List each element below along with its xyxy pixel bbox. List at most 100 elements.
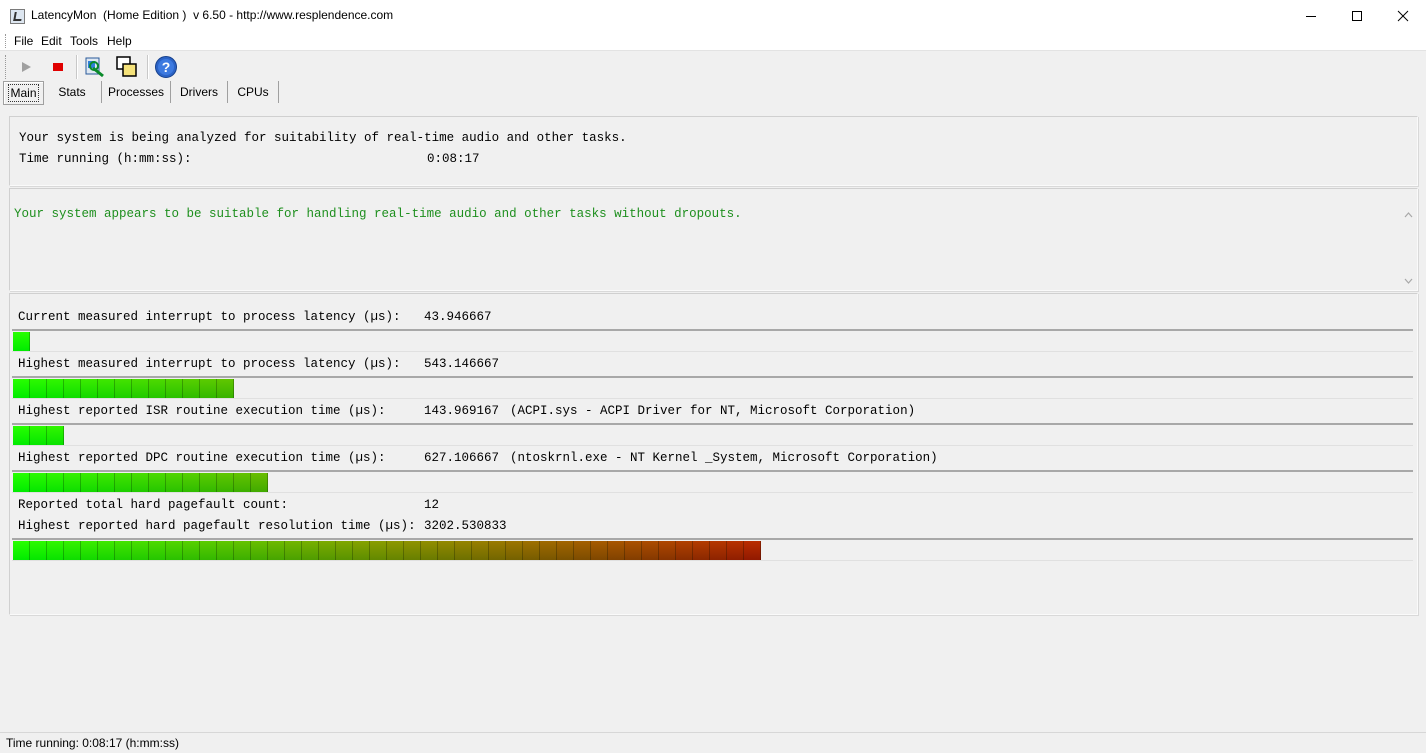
latency-bar bbox=[12, 538, 1413, 561]
analysis-message: Your system is being analyzed for suitab… bbox=[19, 131, 627, 145]
latency-bar-segment bbox=[149, 379, 166, 398]
toolbar-separator bbox=[147, 55, 149, 79]
latency-bar-segment bbox=[540, 541, 557, 560]
status-bar-text: Time running: 0:08:17 (h:mm:ss) bbox=[6, 736, 179, 750]
maximize-icon bbox=[1352, 10, 1362, 21]
menu-tools[interactable]: Tools bbox=[70, 34, 98, 48]
latency-bar-segment bbox=[183, 541, 200, 560]
latency-bar-segment bbox=[676, 541, 693, 560]
menu-help[interactable]: Help bbox=[107, 34, 132, 48]
time-running-value: 0:08:17 bbox=[427, 152, 480, 166]
stop-button[interactable] bbox=[45, 54, 71, 80]
tab-strip: Main Stats Processes Drivers CPUs bbox=[0, 81, 1426, 105]
latency-bar-segment bbox=[200, 541, 217, 560]
metric-label: Reported total hard pagefault count: bbox=[18, 498, 289, 512]
latency-bar bbox=[12, 376, 1413, 399]
metric-value: 627.106667 bbox=[424, 451, 500, 465]
metric-label: Highest reported ISR routine execution t… bbox=[18, 404, 386, 418]
latency-bar-segment bbox=[30, 379, 47, 398]
tab-drivers-label: Drivers bbox=[180, 85, 218, 99]
metric-value: 43.946667 bbox=[424, 310, 492, 324]
report-button[interactable] bbox=[82, 54, 108, 80]
latency-bar-segment bbox=[13, 473, 30, 492]
latency-bar-segment bbox=[200, 379, 217, 398]
start-button[interactable] bbox=[13, 54, 39, 80]
latency-bar-segment bbox=[132, 379, 149, 398]
latency-bar-segment bbox=[217, 541, 234, 560]
latency-bar-segment bbox=[13, 332, 30, 351]
help-button[interactable]: ? bbox=[153, 54, 179, 80]
latency-bar-segment bbox=[166, 473, 183, 492]
tab-stats-label: Stats bbox=[58, 85, 86, 99]
latency-bar-segment bbox=[47, 473, 64, 492]
help-icon: ? bbox=[155, 56, 177, 78]
metric-label: Highest reported DPC routine execution t… bbox=[18, 451, 386, 465]
play-icon bbox=[22, 62, 31, 72]
time-running-label: Time running (h:mm:ss): bbox=[19, 152, 192, 166]
result-scrollbar[interactable] bbox=[1400, 205, 1417, 289]
latency-bar-segment bbox=[591, 541, 608, 560]
latency-bar-segment bbox=[353, 541, 370, 560]
latency-bar-segment bbox=[200, 473, 217, 492]
tab-stats[interactable]: Stats bbox=[43, 81, 102, 103]
menu-edit[interactable]: Edit bbox=[41, 34, 62, 48]
metric-detail: (ntoskrnl.exe - NT Kernel _System, Micro… bbox=[510, 451, 938, 465]
metric-label: Highest reported hard pagefault resoluti… bbox=[18, 519, 416, 533]
latency-bar-segment bbox=[251, 473, 268, 492]
latency-bar-segment bbox=[506, 541, 523, 560]
latency-bar-segment bbox=[251, 541, 268, 560]
close-button[interactable] bbox=[1380, 0, 1426, 31]
latency-bar-segment bbox=[183, 473, 200, 492]
latency-bar-segment bbox=[642, 541, 659, 560]
latency-bar-segment bbox=[149, 541, 166, 560]
latency-bar-segment bbox=[472, 541, 489, 560]
latency-bar-segment bbox=[336, 541, 353, 560]
tab-cpus[interactable]: CPUs bbox=[228, 81, 279, 103]
latency-bar-segment bbox=[523, 541, 540, 560]
metric-label: Highest measured interrupt to process la… bbox=[18, 357, 401, 371]
latency-bar-segment bbox=[64, 541, 81, 560]
menu-file[interactable]: File bbox=[14, 34, 33, 48]
latency-bar bbox=[12, 423, 1413, 446]
latency-bar-segment bbox=[727, 541, 744, 560]
latency-bar-segment bbox=[115, 379, 132, 398]
metric-value: 143.969167 bbox=[424, 404, 500, 418]
latency-bar-segment bbox=[30, 473, 47, 492]
latency-bar-segment bbox=[47, 541, 64, 560]
latency-bar-segment bbox=[115, 473, 132, 492]
latency-bar-segment bbox=[710, 541, 727, 560]
latency-bar-segment bbox=[625, 541, 642, 560]
maximize-button[interactable] bbox=[1334, 0, 1380, 31]
latency-bar-segment bbox=[234, 473, 251, 492]
svg-text:?: ? bbox=[162, 59, 171, 75]
latency-bar-segment bbox=[574, 541, 591, 560]
latency-bar-segment bbox=[217, 379, 234, 398]
metric-detail: (ACPI.sys - ACPI Driver for NT, Microsof… bbox=[510, 404, 916, 418]
result-message: Your system appears to be suitable for h… bbox=[14, 207, 742, 221]
tab-processes[interactable]: Processes bbox=[102, 81, 171, 103]
latency-bar-segment bbox=[404, 541, 421, 560]
tab-processes-label: Processes bbox=[107, 85, 165, 99]
latency-bar-segment bbox=[268, 541, 285, 560]
latency-bar-segment bbox=[421, 541, 438, 560]
toolbar-separator bbox=[76, 55, 78, 79]
toolbar: ? bbox=[0, 50, 1426, 83]
latency-bar-segment bbox=[98, 379, 115, 398]
tab-drivers[interactable]: Drivers bbox=[171, 81, 228, 103]
tab-main[interactable]: Main bbox=[3, 81, 44, 105]
analysis-status-panel: Your system is being analyzed for suitab… bbox=[9, 116, 1418, 186]
latency-bar-segment bbox=[30, 541, 47, 560]
latency-bar-segment bbox=[81, 379, 98, 398]
metric-value: 543.146667 bbox=[424, 357, 500, 371]
latency-bar-segment bbox=[81, 541, 98, 560]
latency-bar-segment bbox=[438, 541, 455, 560]
windows-button[interactable] bbox=[114, 54, 140, 80]
latency-bar bbox=[12, 470, 1413, 493]
latency-bar-segment bbox=[98, 473, 115, 492]
minimize-button[interactable] bbox=[1288, 0, 1334, 31]
menu-grip bbox=[5, 34, 8, 48]
status-bar: Time running: 0:08:17 (h:mm:ss) bbox=[0, 732, 1426, 753]
latency-bar-segment bbox=[370, 541, 387, 560]
latency-bar bbox=[12, 329, 1413, 352]
latency-bar-segment bbox=[659, 541, 676, 560]
